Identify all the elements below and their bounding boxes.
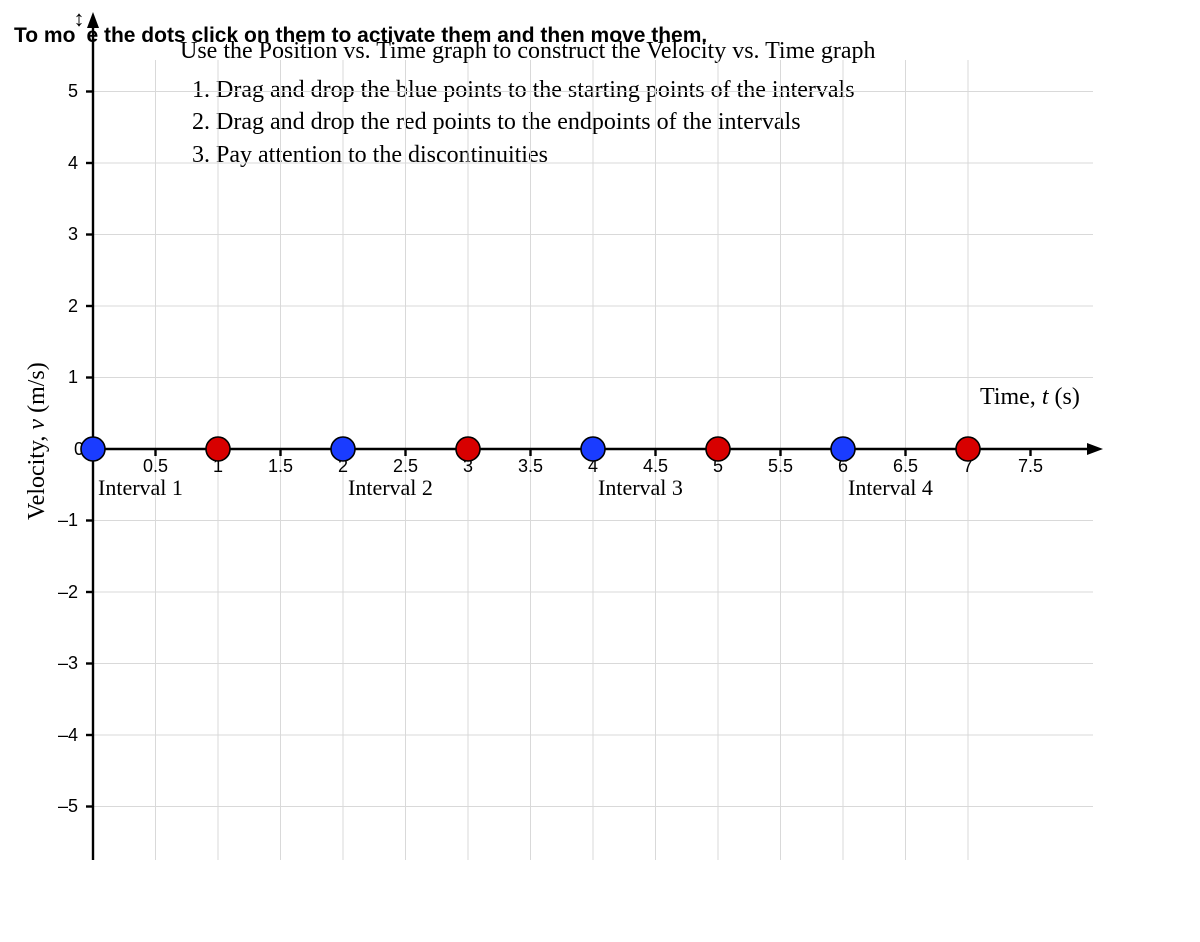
xtick-5-5: 5.5 xyxy=(768,456,793,476)
blue-point-4[interactable] xyxy=(831,437,855,461)
xtick-0-5: 0.5 xyxy=(143,456,168,476)
blue-point-1[interactable] xyxy=(81,437,105,461)
ytick-1: 1 xyxy=(68,367,78,387)
xtick-6-5: 6.5 xyxy=(893,456,918,476)
ytick-3: 3 xyxy=(68,224,78,244)
ytick-m2: –2 xyxy=(58,582,78,602)
blue-point-2[interactable] xyxy=(331,437,355,461)
red-point-3[interactable] xyxy=(706,437,730,461)
xtick-3-5: 3.5 xyxy=(518,456,543,476)
ytick-m5: –5 xyxy=(58,796,78,816)
ytick-m4: –4 xyxy=(58,725,78,745)
red-point-1[interactable] xyxy=(206,437,230,461)
xtick-7-5: 7.5 xyxy=(1018,456,1043,476)
y-axis-label: Velocity, v (m/s) xyxy=(24,362,50,520)
ytick-4: 4 xyxy=(68,153,78,173)
interval-labels: Interval 1 Interval 2 Interval 3 Interva… xyxy=(98,475,933,500)
ytick-5: 5 xyxy=(68,81,78,101)
label-interval-2: Interval 2 xyxy=(348,475,433,500)
y-tick-labels: 5 4 3 2 1 0 –1 –2 –3 –4 –5 xyxy=(58,81,84,816)
xtick-2-5: 2.5 xyxy=(393,456,418,476)
velocity-time-chart[interactable]: 5 4 3 2 1 0 –1 –2 –3 –4 –5 0.5 1 1.5 2 2… xyxy=(0,0,1200,942)
label-interval-1: Interval 1 xyxy=(98,475,183,500)
ytick-2: 2 xyxy=(68,296,78,316)
red-point-4[interactable] xyxy=(956,437,980,461)
ytick-m3: –3 xyxy=(58,653,78,673)
xtick-1-5: 1.5 xyxy=(268,456,293,476)
label-interval-3: Interval 3 xyxy=(598,475,683,500)
red-point-2[interactable] xyxy=(456,437,480,461)
page-root: To mo↕e the dots click on them to activa… xyxy=(0,0,1200,942)
blue-point-3[interactable] xyxy=(581,437,605,461)
ytick-m1: –1 xyxy=(58,510,78,530)
xtick-4-5: 4.5 xyxy=(643,456,668,476)
label-interval-4: Interval 4 xyxy=(848,475,933,500)
x-axis-label: Time, t (s) xyxy=(980,384,1080,410)
y-axis xyxy=(86,12,99,860)
